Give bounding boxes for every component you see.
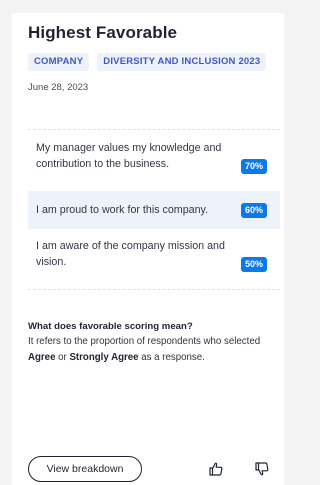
divider <box>28 289 280 290</box>
thumbs-down-icon <box>255 462 269 476</box>
thumbs-up-button[interactable] <box>208 461 224 477</box>
explanation-text: It refers to the proportion of responden… <box>28 334 284 366</box>
statement-list: My manager values my knowledge and contr… <box>28 134 280 286</box>
statement-text: My manager values my knowledge and contr… <box>36 142 222 170</box>
explanation-text-middle: or <box>55 352 70 363</box>
card-date: June 28, 2023 <box>28 82 89 93</box>
card-title: Highest Favorable <box>28 23 178 42</box>
explanation-title: What does favorable scoring mean? <box>28 321 193 332</box>
highest-favorable-card: Highest Favorable COMPANY DIVERSITY AND … <box>12 13 284 485</box>
statement-row: I am proud to work for this company. 60% <box>28 191 280 229</box>
thumbs-down-button[interactable] <box>254 461 270 477</box>
tag-list: COMPANY DIVERSITY AND INCLUSION 2023 <box>28 53 267 71</box>
tag-company: COMPANY <box>28 53 90 71</box>
percent-badge: 50% <box>240 257 267 272</box>
thumbs-up-icon <box>209 462 223 476</box>
percent-badge: 70% <box>240 159 267 174</box>
percent-badge: 60% <box>240 203 267 218</box>
divider <box>28 129 280 130</box>
statement-text: I am proud to work for this company. <box>36 204 209 216</box>
tag-survey: DIVERSITY AND INCLUSION 2023 <box>97 53 267 71</box>
statement-row: My manager values my knowledge and contr… <box>28 134 280 188</box>
explanation-text-end: as a response. <box>138 352 205 363</box>
statement-text: I am aware of the company mission and vi… <box>36 240 225 268</box>
explanation-strongly-agree: Strongly Agree <box>69 352 139 363</box>
explanation-agree: Agree <box>28 352 56 363</box>
explanation-text-start: It refers to the proportion of responden… <box>28 336 261 347</box>
view-breakdown-button[interactable]: View breakdown <box>28 456 142 482</box>
statement-row: I am aware of the company mission and vi… <box>28 232 280 286</box>
favorable-explanation: What does favorable scoring mean? It ref… <box>28 320 284 366</box>
